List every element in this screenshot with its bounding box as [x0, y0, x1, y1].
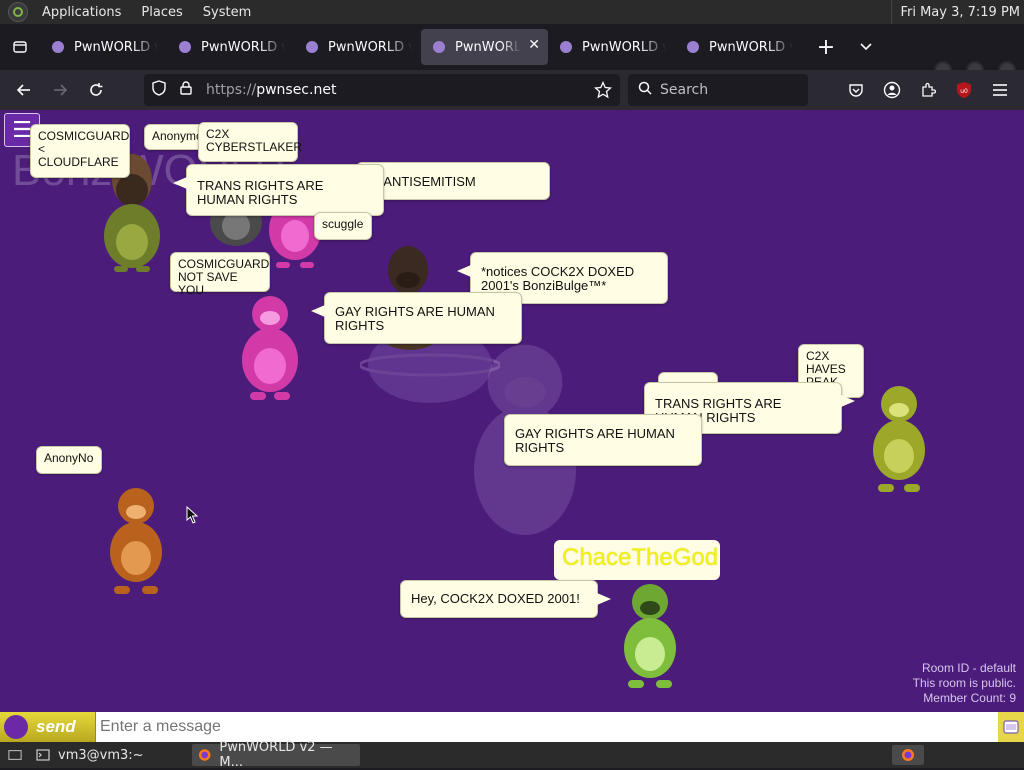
- nav-bar: https://pwnsec.net Search u0: [0, 70, 1024, 110]
- show-desktop-icon[interactable]: [2, 744, 28, 766]
- shield-icon[interactable]: [152, 80, 168, 100]
- firefox-icon: [198, 749, 211, 761]
- workspace-firefox-icon[interactable]: [892, 745, 924, 765]
- room-visibility: This room is public.: [912, 676, 1016, 690]
- taskbar-item-label: vm3@vm3:~: [58, 747, 144, 763]
- ublock-origin-icon[interactable]: u0: [952, 78, 976, 102]
- svg-text:u0: u0: [960, 88, 968, 95]
- distro-logo-icon[interactable]: [8, 2, 28, 22]
- emote-icon[interactable]: [998, 712, 1024, 742]
- reload-icon[interactable]: [78, 74, 114, 106]
- room-id: Room ID - default: [921, 661, 1016, 675]
- bonzi-favicon-icon: [687, 41, 699, 53]
- pocket-icon[interactable]: [844, 78, 868, 102]
- bonzi-send-icon: [4, 715, 28, 739]
- account-icon[interactable]: [880, 78, 904, 102]
- chat-bar: send: [0, 712, 1024, 742]
- bonzi-avatar-orange[interactable]: [96, 484, 176, 596]
- top-panel: Applications Places System Fri May 3, 7:…: [0, 0, 1024, 24]
- lock-icon[interactable]: [180, 81, 194, 99]
- bookmark-star-icon[interactable]: [593, 80, 613, 103]
- speech-bubble: Hey, COCK2X DOXED 2001!: [400, 580, 611, 618]
- bonzi-favicon-icon: [179, 41, 191, 53]
- bonzi-avatar-pink[interactable]: [230, 292, 310, 404]
- search-placeholder: Search: [660, 82, 709, 98]
- search-icon: [638, 81, 652, 99]
- app-menu-icon[interactable]: [988, 78, 1012, 102]
- system-menu[interactable]: System: [197, 5, 257, 20]
- taskbar: vm3@vm3:~ PwnWORLD v2 — M...: [0, 740, 1024, 770]
- tab[interactable]: PwnWORLD v2: [40, 29, 167, 65]
- speech-bubble: COSMICGUARD NOT SAVE YOU: [170, 252, 270, 297]
- taskbar-item-label: PwnWORLD v2 — M...: [219, 740, 333, 770]
- tab-overview-icon[interactable]: [0, 24, 40, 70]
- tab[interactable]: PwnWORLD v2: [548, 29, 675, 65]
- bonzi-avatar-olive[interactable]: [860, 384, 938, 496]
- speech-bubble: D ANTISEMITISM: [356, 162, 550, 200]
- extensions-icon[interactable]: [916, 78, 940, 102]
- bonziworld-room[interactable]: BonziWORLD ☰ COSMICGUARD < CLOUDFLARE An…: [0, 110, 1024, 714]
- speech-bubble: AnonyNo: [36, 446, 102, 474]
- room-info: Room ID - default This room is public. M…: [913, 661, 1016, 706]
- bonzi-favicon-icon: [560, 41, 572, 53]
- forward-icon[interactable]: [42, 74, 78, 106]
- bonzi-avatar-green[interactable]: [610, 580, 690, 692]
- send-button[interactable]: send: [0, 712, 96, 742]
- list-all-tabs-icon[interactable]: [846, 29, 886, 65]
- speech-bubble: GAY RIGHTS ARE HUMAN RIGHTS: [311, 292, 522, 344]
- bonzi-favicon-icon: [306, 41, 318, 53]
- back-icon[interactable]: [6, 74, 42, 106]
- applications-menu[interactable]: Applications: [36, 5, 127, 20]
- tab[interactable]: PwnWORLD v2: [294, 29, 421, 65]
- clock[interactable]: Fri May 3, 7:19 PM: [891, 0, 1020, 24]
- message-input[interactable]: [96, 712, 998, 742]
- close-tab-icon[interactable]: ✕: [528, 37, 540, 53]
- speech-bubble: Anonymous: [144, 124, 204, 150]
- taskbar-item-firefox[interactable]: PwnWORLD v2 — M...: [192, 740, 360, 770]
- tab-strip: PwnWORLD v2 PwnWORLD v2 PwnWORLD v2 PwnW…: [0, 24, 1024, 79]
- places-menu[interactable]: Places: [135, 5, 188, 20]
- speech-bubble: scuggle: [314, 212, 372, 240]
- search-bar[interactable]: Search: [628, 74, 808, 106]
- bonzi-favicon-icon: [433, 41, 445, 53]
- tab-label: PwnWORLD v2: [455, 39, 521, 55]
- member-count: Member Count: 9: [923, 691, 1016, 705]
- taskbar-item-terminal[interactable]: vm3@vm3:~: [30, 744, 190, 766]
- tab-label: PwnWORLD v2: [201, 39, 285, 55]
- mouse-cursor-icon: [186, 505, 199, 528]
- tab-label: PwnWORLD v2: [74, 39, 158, 55]
- url-protocol: https://: [206, 82, 257, 98]
- tab-label: PwnWORLD v2: [709, 39, 793, 55]
- terminal-icon: [36, 749, 50, 761]
- tab-label: PwnWORLD v2: [328, 39, 412, 55]
- tab-active[interactable]: PwnWORLD v2 ✕: [421, 29, 548, 65]
- speech-bubble: TRANS RIGHTS ARE HUMAN RIGHTS: [173, 164, 384, 216]
- tab[interactable]: PwnWORLD v2: [675, 29, 802, 65]
- speech-bubble: COSMICGUARD < CLOUDFLARE: [30, 124, 130, 178]
- tab-label: PwnWORLD v2: [582, 39, 666, 55]
- url-host: pwnsec.net: [256, 82, 337, 98]
- new-tab-button[interactable]: +: [806, 29, 846, 65]
- url-bar[interactable]: https://pwnsec.net: [144, 74, 620, 106]
- bonzi-favicon-icon: [52, 41, 64, 53]
- bonzi-nametag: ChaceTheGod: [554, 540, 720, 580]
- speech-bubble: GAY RIGHTS ARE HUMAN RIGHTS: [504, 414, 702, 466]
- tab[interactable]: PwnWORLD v2: [167, 29, 294, 65]
- send-label: send: [36, 717, 76, 736]
- speech-bubble: C2X CYBERSTLAKER: [198, 122, 302, 162]
